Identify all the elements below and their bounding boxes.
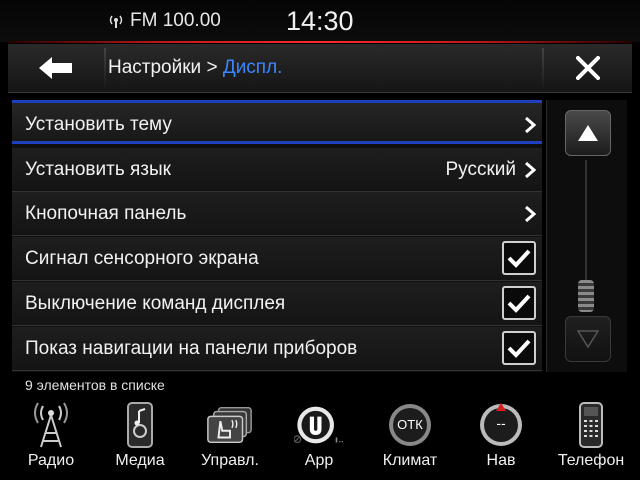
scroll-up-button[interactable] [565, 110, 611, 156]
chevron-right-icon [525, 205, 536, 223]
radio-tower-icon [26, 400, 76, 450]
list-item-label: Установить язык [25, 159, 171, 180]
nav-label: Радио [27, 452, 75, 469]
list-item-label: Выключение команд дисплея [25, 293, 286, 314]
item-count: 9 элементов в списке [25, 377, 165, 393]
radio-status[interactable]: FM 100.00 [108, 10, 221, 32]
list-item-label: Показ навигации на панели приборов [25, 338, 358, 359]
nav-label: Климат [382, 452, 438, 469]
nav-radio[interactable]: Радио [11, 396, 91, 480]
nav-app[interactable]: App [279, 396, 359, 480]
display-off-checkbox[interactable] [502, 286, 536, 320]
nav-controls[interactable]: Управл. [190, 396, 270, 480]
list-item-nav-in-cluster[interactable]: Показ навигации на панели приборов [12, 327, 542, 371]
language-value: Русский [445, 159, 517, 180]
breadcrumb: Настройки > Диспл. [108, 57, 282, 79]
uconnect-app-icon [294, 400, 344, 450]
status-divider [8, 41, 632, 43]
list-item-set-language[interactable]: Установить язык Русский [12, 148, 542, 192]
nav-label: Медиа [115, 452, 165, 469]
close-icon [576, 56, 600, 80]
triangle-up-icon [578, 125, 598, 141]
list-item-label: Кнопочная панель [25, 203, 187, 224]
scroll-panel [546, 100, 627, 372]
scroll-down-button[interactable] [565, 316, 611, 362]
phone-icon [566, 400, 616, 450]
seat-heat-controls-icon [205, 400, 255, 450]
bottom-nav: Радио Медиа Управл. App ОТК Климат -- На… [0, 396, 640, 480]
settings-list: Установить тему Установить язык Русский … [12, 100, 542, 372]
checkmark-icon [507, 249, 531, 268]
nav-navigation[interactable]: -- Нав [461, 396, 541, 480]
nav-in-cluster-checkbox[interactable] [502, 331, 536, 365]
header-divider [104, 48, 106, 88]
breadcrumb-root[interactable]: Настройки [108, 57, 201, 78]
close-button[interactable] [544, 44, 632, 92]
nav-label: Телефон [557, 452, 625, 469]
list-item-set-theme[interactable]: Установить тему [12, 100, 542, 144]
nav-label: Управл. [201, 452, 259, 469]
touch-beep-checkbox[interactable] [502, 241, 536, 275]
chevron-right-icon [525, 116, 536, 134]
nav-climate[interactable]: ОТК Климат [370, 396, 450, 480]
media-player-icon [115, 400, 165, 450]
list-item-display-off-commands[interactable]: Выключение команд дисплея [12, 282, 542, 326]
header: Настройки > Диспл. [8, 44, 632, 93]
back-button[interactable] [8, 44, 104, 92]
list-item-touch-beep[interactable]: Сигнал сенсорного экрана [12, 237, 542, 281]
radio-frequency: FM 100.00 [130, 10, 221, 31]
radio-signal-icon [109, 15, 123, 28]
checkmark-icon [507, 339, 531, 358]
clock: 14:30 [286, 6, 354, 36]
nav-phone[interactable]: Телефон [551, 396, 631, 480]
list-item-label: Установить тему [25, 114, 172, 135]
back-arrow-icon [39, 57, 72, 79]
scrollbar-thumb[interactable] [578, 280, 594, 312]
list-item-label: Сигнал сенсорного экрана [25, 248, 259, 269]
checkmark-icon [507, 294, 531, 313]
breadcrumb-separator: > [201, 57, 223, 78]
nav-label: App [304, 452, 334, 469]
breadcrumb-current: Диспл. [222, 57, 283, 78]
triangle-down-icon [577, 330, 599, 348]
status-bar: FM 100.00 14:30 [0, 0, 640, 43]
list-item-button-panel[interactable]: Кнопочная панель [12, 192, 542, 236]
nav-media[interactable]: Медиа [100, 396, 180, 480]
nav-label: Нав [486, 452, 516, 469]
climate-badge: ОТК [397, 417, 423, 432]
chevron-right-icon [525, 161, 536, 179]
nav-badge: -- [496, 415, 506, 431]
